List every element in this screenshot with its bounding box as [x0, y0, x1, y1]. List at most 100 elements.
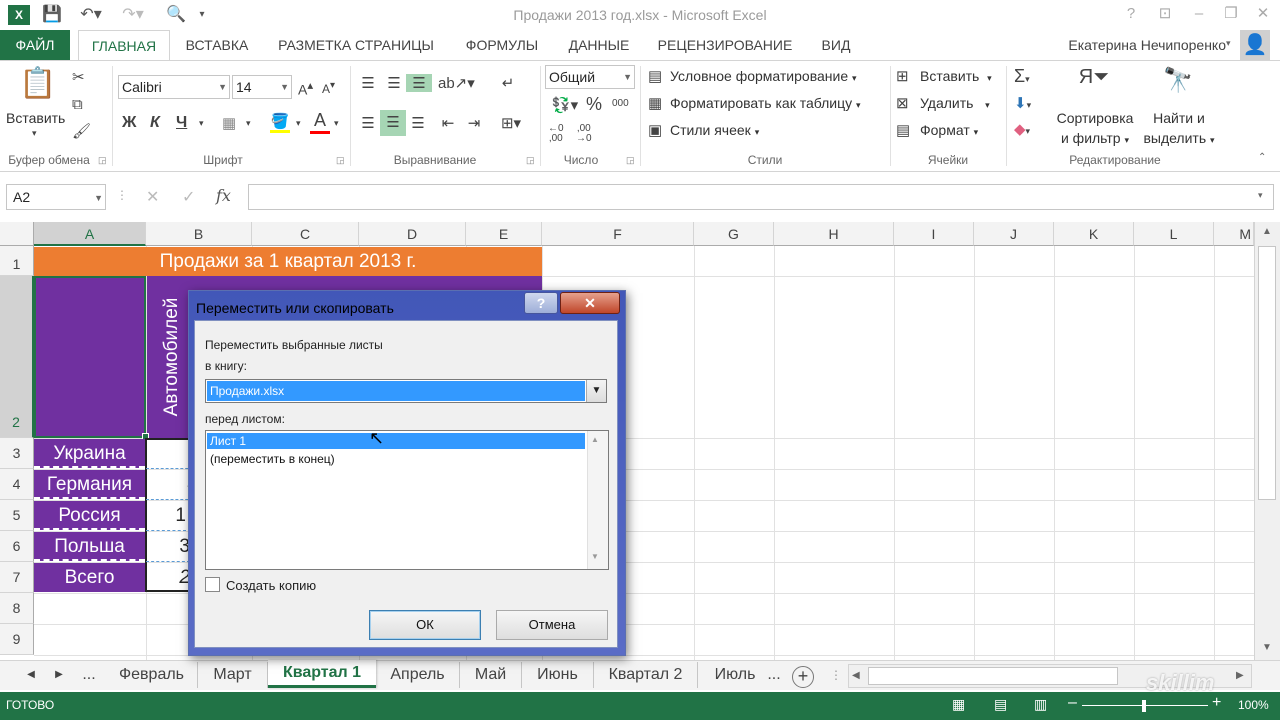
add-sheet-icon[interactable]: +	[792, 666, 814, 688]
column-header-f[interactable]: F	[542, 222, 694, 246]
column-header-l[interactable]: L	[1134, 222, 1214, 246]
cell-a2-selected[interactable]	[34, 276, 146, 438]
dialog-help-button[interactable]: ?	[524, 292, 558, 314]
page-layout-view-icon[interactable]: ▤	[994, 696, 1007, 713]
orientation-icon[interactable]: ab↗▾	[438, 74, 475, 92]
name-box[interactable]: A2 ▼	[6, 184, 106, 210]
row-header-2[interactable]: 2	[0, 276, 34, 438]
sheet-tab[interactable]: Апрель	[376, 662, 460, 688]
zoom-slider-thumb[interactable]	[1142, 700, 1146, 712]
column-header-m[interactable]: M	[1214, 222, 1254, 246]
formula-input[interactable]	[248, 184, 1274, 210]
expand-formula-icon[interactable]: ▾	[1258, 190, 1263, 201]
select-all-corner[interactable]	[0, 222, 34, 246]
country-cell[interactable]: Украина	[34, 439, 145, 468]
create-copy-label[interactable]: Создать копию	[226, 578, 316, 593]
sheet-tab[interactable]: Май	[460, 662, 522, 688]
alignment-launcher-icon[interactable]: ◲	[526, 155, 535, 166]
scroll-down-icon[interactable]: ▼	[1258, 642, 1276, 653]
sheet-tab[interactable]: Квартал 2	[594, 662, 698, 688]
column-header-c[interactable]: C	[252, 222, 359, 246]
binoculars-icon[interactable]: 🔭	[1158, 66, 1198, 95]
zoom-level[interactable]: 100%	[1238, 698, 1269, 712]
scroll-down-icon[interactable]: ▼	[591, 552, 599, 561]
merge-center-icon[interactable]: ⊞▾	[494, 114, 528, 132]
font-size-combo[interactable]: 14 ▼	[232, 75, 292, 99]
collapse-ribbon-icon[interactable]: ⌃	[1258, 152, 1266, 163]
column-header-d[interactable]: D	[359, 222, 466, 246]
comma-style-icon[interactable]: 000	[612, 98, 629, 109]
list-item[interactable]: (переместить в конец)	[207, 451, 585, 467]
scrollbar-thumb[interactable]	[1258, 246, 1276, 500]
align-left-icon[interactable]: ☰	[356, 114, 380, 132]
fill-color-icon[interactable]: 🪣	[270, 112, 290, 133]
font-launcher-icon[interactable]: ◲	[336, 155, 345, 166]
clipboard-launcher-icon[interactable]: ◲	[98, 155, 107, 166]
next-sheet-icon[interactable]: ▶	[50, 662, 68, 688]
user-name[interactable]: Екатерина Нечипоренко	[1040, 30, 1226, 60]
shrink-font-icon[interactable]: A▾	[322, 80, 335, 96]
column-header-g[interactable]: G	[694, 222, 774, 246]
chevron-down-icon[interactable]: ▾	[334, 118, 339, 129]
chevron-down-icon[interactable]: ▾	[296, 118, 301, 129]
sheet-tab[interactable]: Февраль	[106, 662, 198, 688]
sort-filter-button-line2[interactable]: и фильтр ▾	[1052, 130, 1138, 146]
align-bottom-icon[interactable]: ☰	[406, 74, 432, 92]
align-right-icon[interactable]: ☰	[406, 114, 430, 132]
font-color-icon[interactable]: A	[310, 110, 330, 134]
font-name-combo[interactable]: Calibri ▼	[118, 75, 230, 99]
normal-view-icon[interactable]: ▦	[952, 696, 965, 713]
row-header-6[interactable]: 6	[0, 531, 34, 562]
split-handle-icon[interactable]: ⋮	[830, 668, 842, 682]
country-cell[interactable]: Россия	[34, 501, 145, 530]
find-select-button[interactable]: Найти и	[1140, 110, 1218, 126]
drag-handle-icon[interactable]: ⋮	[116, 188, 128, 202]
tab-file[interactable]: ФАЙЛ	[0, 30, 70, 60]
insert-cells-button[interactable]: Вставить ▾	[920, 68, 992, 84]
align-top-icon[interactable]: ☰	[356, 74, 380, 92]
more-sheets-right[interactable]: ...	[764, 662, 784, 688]
help-icon[interactable]: ?	[1118, 4, 1144, 24]
delete-cells-button[interactable]: Удалить ▾	[920, 95, 990, 111]
value-cell[interactable]: 1	[146, 501, 186, 531]
row-header-9[interactable]: 9	[0, 624, 34, 655]
format-painter-icon[interactable]: 🖌	[72, 122, 91, 140]
currency-icon[interactable]: 💱▾	[548, 96, 582, 114]
row-header-4[interactable]: 4	[0, 469, 34, 500]
increase-indent-icon[interactable]: ⇥	[462, 114, 486, 132]
enter-icon[interactable]: ✓	[182, 187, 195, 207]
row-header-7[interactable]: 7	[0, 562, 34, 593]
tab-review[interactable]: РЕЦЕНЗИРОВАНИЕ	[648, 30, 802, 60]
tab-data[interactable]: ДАННЫЕ	[556, 30, 642, 60]
column-header-j[interactable]: J	[974, 222, 1054, 246]
decrease-indent-icon[interactable]: ⇤	[436, 114, 460, 132]
zoom-in-icon[interactable]: +	[1212, 694, 1221, 712]
borders-icon[interactable]: ▦	[222, 114, 236, 132]
align-middle-icon[interactable]: ☰	[382, 74, 406, 92]
value-cell[interactable]: 2	[146, 563, 190, 593]
copy-icon[interactable]: ⧉	[72, 96, 83, 113]
chevron-down-icon[interactable]: ▾	[246, 118, 251, 129]
restore-button[interactable]: ❐	[1218, 4, 1244, 24]
tab-page-layout[interactable]: РАЗМЕТКА СТРАНИЦЫ	[266, 30, 446, 60]
wrap-text-icon[interactable]: ↵	[496, 74, 520, 92]
clear-icon[interactable]: ◆▾	[1014, 120, 1030, 138]
dialog-close-button[interactable]: ✕	[560, 292, 620, 314]
value-cell[interactable]: 3	[146, 532, 190, 562]
tab-view[interactable]: ВИД	[808, 30, 864, 60]
cancel-icon[interactable]: ✕	[146, 187, 159, 207]
column-header-e[interactable]: E	[466, 222, 542, 246]
chevron-down-icon[interactable]: ▾	[199, 118, 204, 129]
scroll-up-icon[interactable]: ▲	[591, 435, 599, 444]
close-button[interactable]: ✕	[1250, 4, 1276, 24]
autosum-icon[interactable]: Σ▾	[1014, 66, 1030, 87]
sheet-tab[interactable]: Июль	[698, 662, 772, 688]
increase-decimal-icon[interactable]: ←0,00	[548, 124, 564, 144]
find-select-button-line2[interactable]: выделить ▾	[1136, 130, 1222, 146]
cell-styles-button[interactable]: Стили ячеек ▾	[670, 122, 759, 138]
number-launcher-icon[interactable]: ◲	[626, 155, 635, 166]
ribbon-display-icon[interactable]: ⊡	[1152, 4, 1178, 24]
tab-formulas[interactable]: ФОРМУЛЫ	[452, 30, 552, 60]
avatar[interactable]: 👤	[1240, 30, 1270, 60]
country-cell[interactable]: Германия	[34, 470, 145, 499]
